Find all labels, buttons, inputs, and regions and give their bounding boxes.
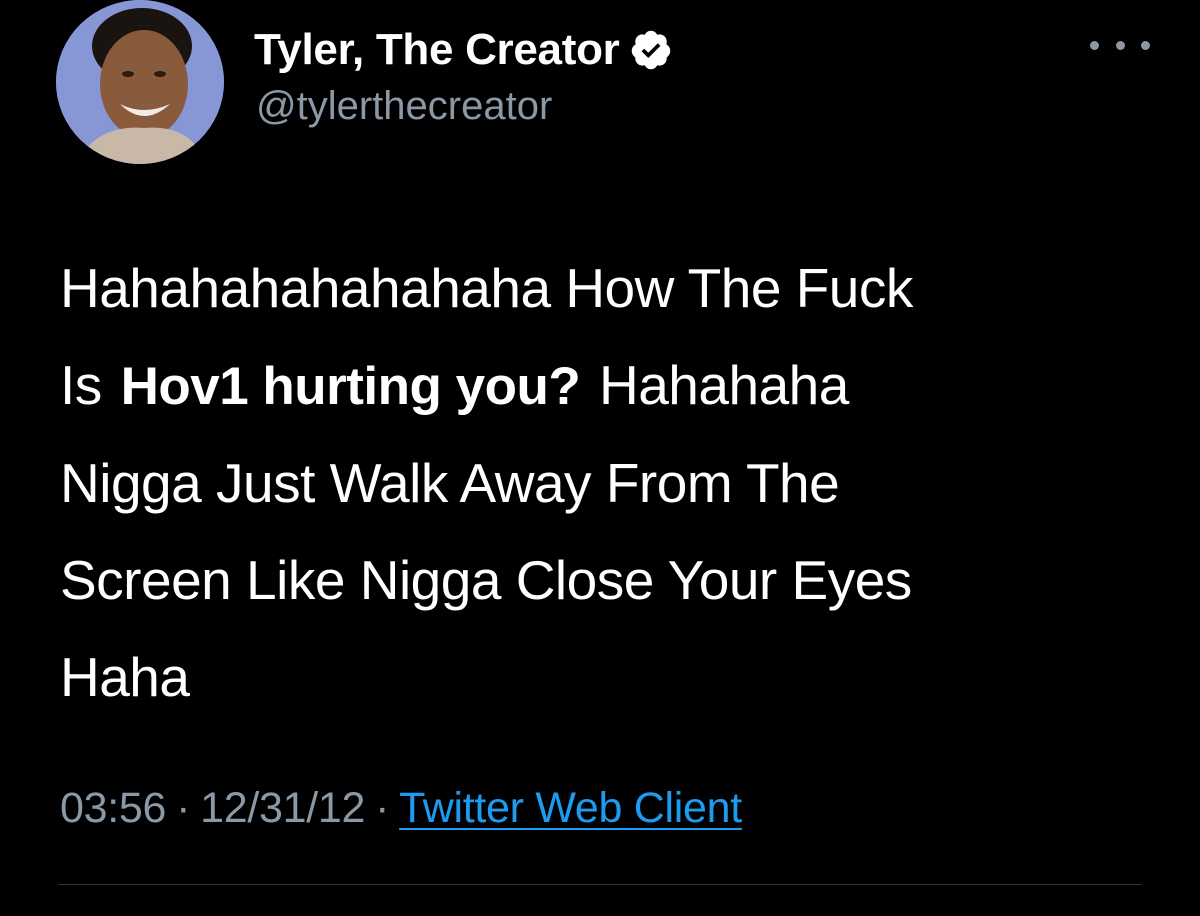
divider [58,884,1142,885]
tweet-date[interactable]: 12/31/12 [200,784,365,832]
tweet-source-link[interactable]: Twitter Web Client [399,784,742,832]
tweet-text: Hahahahahahahaha How The Fuck Is Hov1 hu… [60,240,1170,726]
verified-badge-icon [629,28,673,72]
tweet-card: Tyler, The Creator @tylerthecreator Haha… [0,0,1200,916]
meta-separator: · [176,784,191,832]
tweet-meta: 03:56 · 12/31/12 · Twitter Web Client [60,784,742,833]
overlay-caption: Hov1 hurting you? [116,357,585,416]
tweet-line-prefix: Is [60,354,117,416]
more-options-icon[interactable] [1090,30,1150,60]
tweet-line: Nigga Just Walk Away From The [60,452,840,514]
tweet-line: Screen Like Nigga Close Your Eyes [60,549,912,611]
profile-avatar-image [56,0,224,164]
tweet-line: Hahahahahahahaha How The Fuck [60,257,913,319]
more-dot [1141,40,1150,50]
display-name[interactable]: Tyler, The Creator [254,25,620,75]
tweet-line: Haha [60,646,190,708]
meta-separator: · [375,784,390,832]
author-name-row: Tyler, The Creator [254,22,673,78]
more-dot [1115,40,1125,50]
tweet-line-with-caption: Is Hov1 hurting you? Hahahaha [60,337,1170,435]
more-dot [1090,40,1099,50]
author-handle[interactable]: @tylerthecreator [256,84,552,129]
tweet-time[interactable]: 03:56 [60,784,166,832]
avatar[interactable] [56,0,224,164]
tweet-line-suffix: Hahahaha [584,354,849,416]
